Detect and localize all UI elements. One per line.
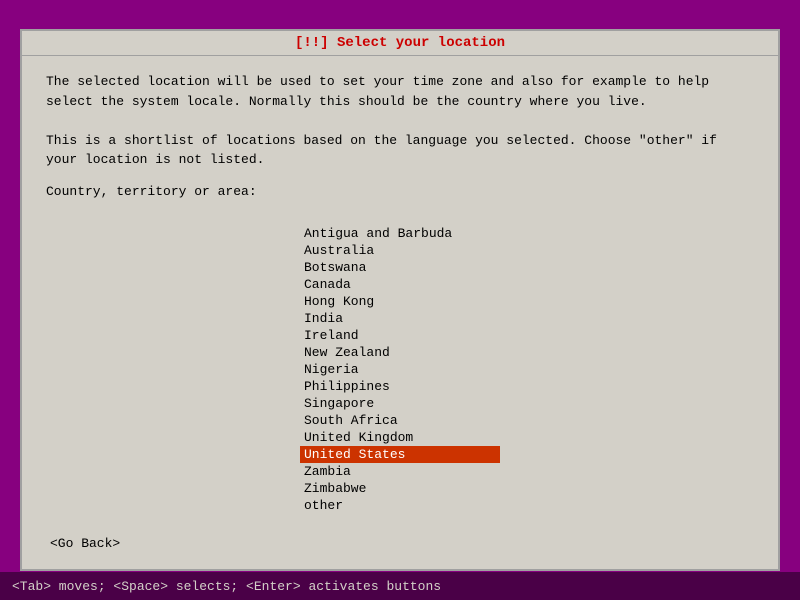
list-item[interactable]: Nigeria	[300, 361, 500, 378]
title-bar: [!!] Select your location	[22, 31, 778, 56]
list-item[interactable]: New Zealand	[300, 344, 500, 361]
desc-line4: This is a shortlist of locations based o…	[46, 131, 754, 151]
list-item[interactable]: India	[300, 310, 500, 327]
statusbar-text: <Tab> moves; <Space> selects; <Enter> ac…	[12, 579, 441, 594]
country-list[interactable]: Antigua and BarbudaAustraliaBotswanaCana…	[300, 225, 500, 514]
list-item[interactable]: Zambia	[300, 463, 500, 480]
window-title: [!!] Select your location	[295, 35, 505, 51]
description: The selected location will be used to se…	[46, 72, 754, 170]
go-back-button[interactable]: <Go Back>	[46, 534, 124, 553]
list-item[interactable]: Australia	[300, 242, 500, 259]
desc-line5: your location is not listed.	[46, 150, 754, 170]
statusbar: <Tab> moves; <Space> selects; <Enter> ac…	[0, 572, 800, 600]
desc-line2: select the system locale. Normally this …	[46, 92, 754, 112]
content: The selected location will be used to se…	[22, 56, 778, 225]
list-item[interactable]: Singapore	[300, 395, 500, 412]
desc-line1: The selected location will be used to se…	[46, 72, 754, 92]
desc-line3	[46, 111, 754, 131]
list-item[interactable]: South Africa	[300, 412, 500, 429]
list-container: Antigua and BarbudaAustraliaBotswanaCana…	[22, 225, 778, 514]
list-item[interactable]: Antigua and Barbuda	[300, 225, 500, 242]
list-item[interactable]: Hong Kong	[300, 293, 500, 310]
outer-wrapper: [!!] Select your location The selected l…	[0, 0, 800, 600]
list-item[interactable]: Botswana	[300, 259, 500, 276]
list-item[interactable]: Zimbabwe	[300, 480, 500, 497]
list-item[interactable]: United States	[300, 446, 500, 463]
country-label: Country, territory or area:	[46, 182, 754, 202]
buttons-area: <Go Back>	[22, 526, 778, 569]
dialog: [!!] Select your location The selected l…	[20, 29, 780, 571]
list-item[interactable]: Ireland	[300, 327, 500, 344]
list-item[interactable]: Philippines	[300, 378, 500, 395]
list-item[interactable]: Canada	[300, 276, 500, 293]
list-item[interactable]: other	[300, 497, 500, 514]
list-item[interactable]: United Kingdom	[300, 429, 500, 446]
